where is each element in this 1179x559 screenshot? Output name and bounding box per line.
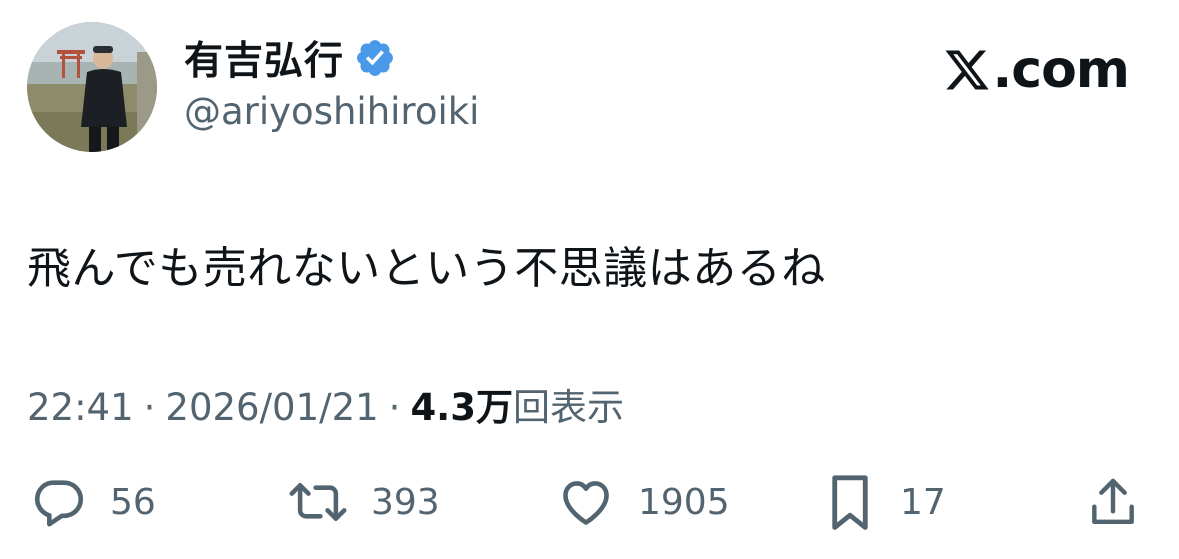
source-brand: .com — [943, 40, 1130, 100]
tweet-time[interactable]: 22:41 — [27, 386, 134, 429]
verified-badge-icon — [354, 37, 396, 79]
brand-text: .com — [992, 40, 1130, 100]
bookmark-button[interactable]: 17 — [822, 467, 946, 537]
x-logo-icon — [943, 46, 991, 94]
repost-count: 393 — [371, 481, 440, 523]
avatar[interactable] — [27, 22, 157, 152]
like-button[interactable]: 1905 — [556, 467, 730, 537]
tweet-card: 有吉弘行 @ariyoshihiroiki .com 飛んでも売れないという不思… — [0, 0, 1179, 559]
tweet-date[interactable]: 2026/01/21 — [165, 386, 378, 429]
tweet-meta: 22:41 · 2026/01/21 · 4.3万 回表示 — [27, 377, 624, 431]
like-count: 1905 — [638, 481, 730, 523]
bookmark-icon — [822, 471, 878, 533]
repost-icon — [287, 473, 349, 531]
share-icon — [1085, 472, 1141, 532]
views-label: 回表示 — [512, 386, 624, 429]
reply-button[interactable]: 56 — [30, 467, 156, 537]
meta-separator: · — [388, 386, 401, 429]
repost-button[interactable]: 393 — [287, 467, 440, 537]
action-bar: 56 393 1905 17 — [0, 467, 1179, 537]
tweet-text: 飛んでも売れないという不思議はあるね — [27, 243, 826, 294]
reply-icon — [30, 473, 88, 531]
avatar-photo — [27, 22, 157, 152]
share-button[interactable] — [1085, 467, 1141, 537]
author-handle[interactable]: @ariyoshihiroiki — [184, 90, 479, 133]
views-count: 4.3万 — [410, 386, 513, 429]
heart-icon — [556, 473, 616, 531]
reply-count: 56 — [110, 481, 156, 523]
meta-separator: · — [143, 386, 156, 429]
author-name-row: 有吉弘行 — [184, 30, 396, 86]
bookmark-count: 17 — [900, 481, 946, 523]
author-display-name[interactable]: 有吉弘行 — [184, 30, 344, 86]
